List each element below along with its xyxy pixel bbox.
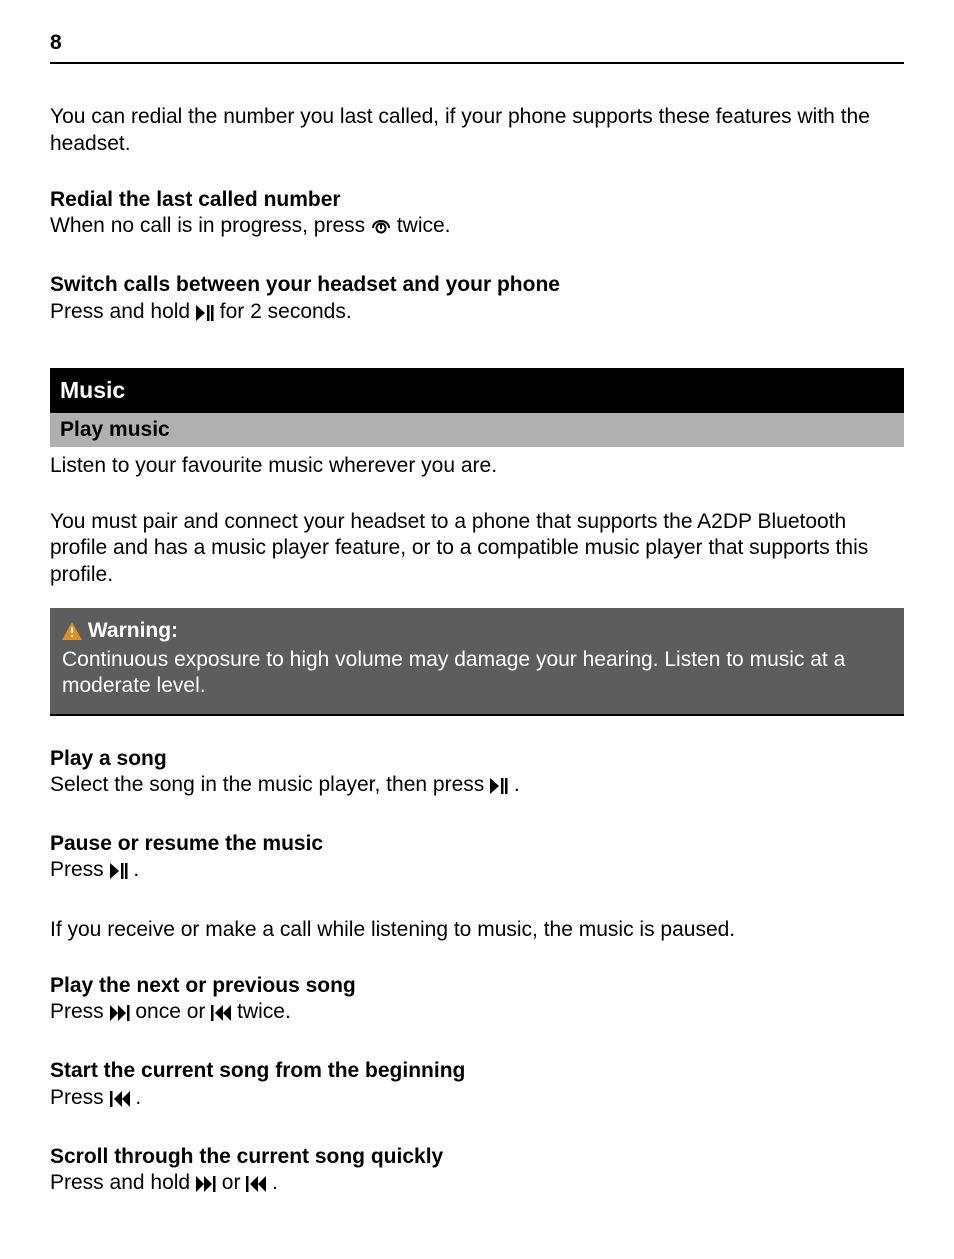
- play-music-line: Listen to your favourite music wherever …: [50, 453, 904, 479]
- power-key-icon: [371, 216, 391, 242]
- play-song-before: Select the song in the music player, the…: [50, 773, 490, 796]
- restart-after: .: [135, 1086, 141, 1109]
- pause-heading: Pause or resume the music: [50, 831, 904, 857]
- scroll-p3: .: [272, 1171, 278, 1194]
- next-prev-p1: Press: [50, 1000, 110, 1023]
- restart-before: Press: [50, 1086, 110, 1109]
- pause-line: Press .: [50, 857, 904, 886]
- pause-after: .: [133, 858, 139, 881]
- switch-line: Press and hold for 2 seconds.: [50, 299, 904, 328]
- play-pause-icon: [196, 302, 214, 328]
- play-music-paragraph: You must pair and connect your headset t…: [50, 509, 904, 588]
- next-track-icon: [196, 1173, 216, 1199]
- warning-body: Continuous exposure to high volume may d…: [62, 647, 892, 700]
- play-pause-icon: [110, 860, 128, 886]
- scroll-p1: Press and hold: [50, 1171, 196, 1194]
- warning-label: Warning:: [88, 619, 178, 642]
- subsection-play-music: Play music: [50, 413, 904, 447]
- manual-page: 8 You can redial the number you last cal…: [0, 0, 954, 1259]
- redial-text-after: twice.: [397, 214, 451, 237]
- scroll-block: Scroll through the current song quickly …: [50, 1144, 904, 1200]
- call-pause-paragraph: If you receive or make a call while list…: [50, 917, 904, 943]
- prev-track-icon: [110, 1088, 130, 1114]
- play-song-block: Play a song Select the song in the music…: [50, 746, 904, 802]
- restart-block: Start the current song from the beginnin…: [50, 1058, 904, 1114]
- play-song-after: .: [514, 773, 520, 796]
- pause-before: Press: [50, 858, 110, 881]
- redial-heading: Redial the last called number: [50, 187, 904, 213]
- next-prev-block: Play the next or previous song Press onc…: [50, 973, 904, 1029]
- pause-block: Pause or resume the music Press .: [50, 831, 904, 887]
- prev-track-icon: [246, 1173, 266, 1199]
- scroll-line: Press and hold or .: [50, 1170, 904, 1199]
- play-pause-icon: [490, 775, 508, 801]
- next-track-icon: [110, 1002, 130, 1028]
- switch-block: Switch calls between your headset and yo…: [50, 272, 904, 328]
- next-prev-p3: twice.: [237, 1000, 291, 1023]
- play-song-heading: Play a song: [50, 746, 904, 772]
- page-number: 8: [50, 30, 904, 64]
- next-prev-line: Press once or twice.: [50, 999, 904, 1028]
- section-music: Music: [50, 368, 904, 413]
- switch-heading: Switch calls between your headset and yo…: [50, 272, 904, 298]
- redial-block: Redial the last called number When no ca…: [50, 187, 904, 243]
- warning-header: Warning:: [62, 618, 892, 647]
- restart-heading: Start the current song from the beginnin…: [50, 1058, 904, 1084]
- warning-box: Warning: Continuous exposure to high vol…: [50, 608, 904, 716]
- next-prev-p2: once or: [135, 1000, 211, 1023]
- warning-triangle-icon: [62, 621, 82, 647]
- switch-text-after: for 2 seconds.: [220, 300, 352, 323]
- next-prev-heading: Play the next or previous song: [50, 973, 904, 999]
- intro-paragraph: You can redial the number you last calle…: [50, 104, 904, 157]
- scroll-p2: or: [222, 1171, 247, 1194]
- play-song-line: Select the song in the music player, the…: [50, 772, 904, 801]
- redial-line: When no call is in progress, press twice…: [50, 213, 904, 242]
- redial-text-before: When no call is in progress, press: [50, 214, 371, 237]
- prev-track-icon: [211, 1002, 231, 1028]
- scroll-heading: Scroll through the current song quickly: [50, 1144, 904, 1170]
- switch-text-before: Press and hold: [50, 300, 196, 323]
- restart-line: Press .: [50, 1085, 904, 1114]
